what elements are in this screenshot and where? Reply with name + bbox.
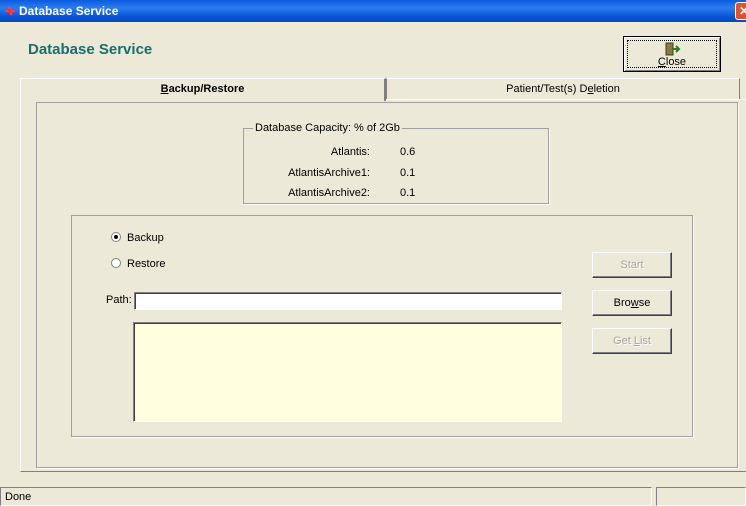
get-list-button[interactable]: Get List [592, 328, 672, 354]
capacity-value: 0.1 [400, 167, 416, 179]
window-close-button[interactable]: ✕ [735, 2, 746, 20]
app-heart-icon [5, 6, 15, 16]
capacity-value: 0.6 [400, 146, 416, 158]
status-bar: Done [0, 486, 746, 506]
capacity-legend: Database Capacity: % of 2Gb [253, 122, 402, 134]
window-title: Database Service [19, 4, 119, 18]
path-input[interactable] [134, 292, 562, 310]
capacity-value: 0.1 [400, 187, 416, 199]
status-text: Done [0, 487, 652, 506]
restore-radio[interactable] [111, 258, 121, 268]
backup-radio[interactable] [111, 232, 121, 242]
restore-radio-label[interactable]: Restore [127, 258, 166, 270]
tab-patient-test-deletion[interactable]: Patient/Test(s) Deletion [386, 78, 740, 99]
capacity-label: AtlantisArchive1: [288, 167, 370, 179]
close-button[interactable]: Close [623, 36, 721, 72]
browse-button[interactable]: Browse [592, 290, 672, 316]
exit-door-icon [665, 42, 681, 56]
tab-backup-restore[interactable]: Backup/Restore [20, 78, 386, 101]
status-panel [656, 487, 746, 506]
path-label: Path: [106, 294, 132, 306]
start-button[interactable]: Start [592, 252, 672, 278]
capacity-label: Atlantis: [330, 146, 370, 158]
capacity-label: AtlantisArchive2: [288, 187, 370, 199]
backup-radio-label[interactable]: Backup [127, 232, 164, 244]
page-title: Database Service [28, 41, 153, 58]
backup-list-area[interactable] [133, 322, 562, 422]
title-bar: Database Service ✕ [0, 0, 746, 22]
close-button-label: Close [657, 56, 687, 68]
